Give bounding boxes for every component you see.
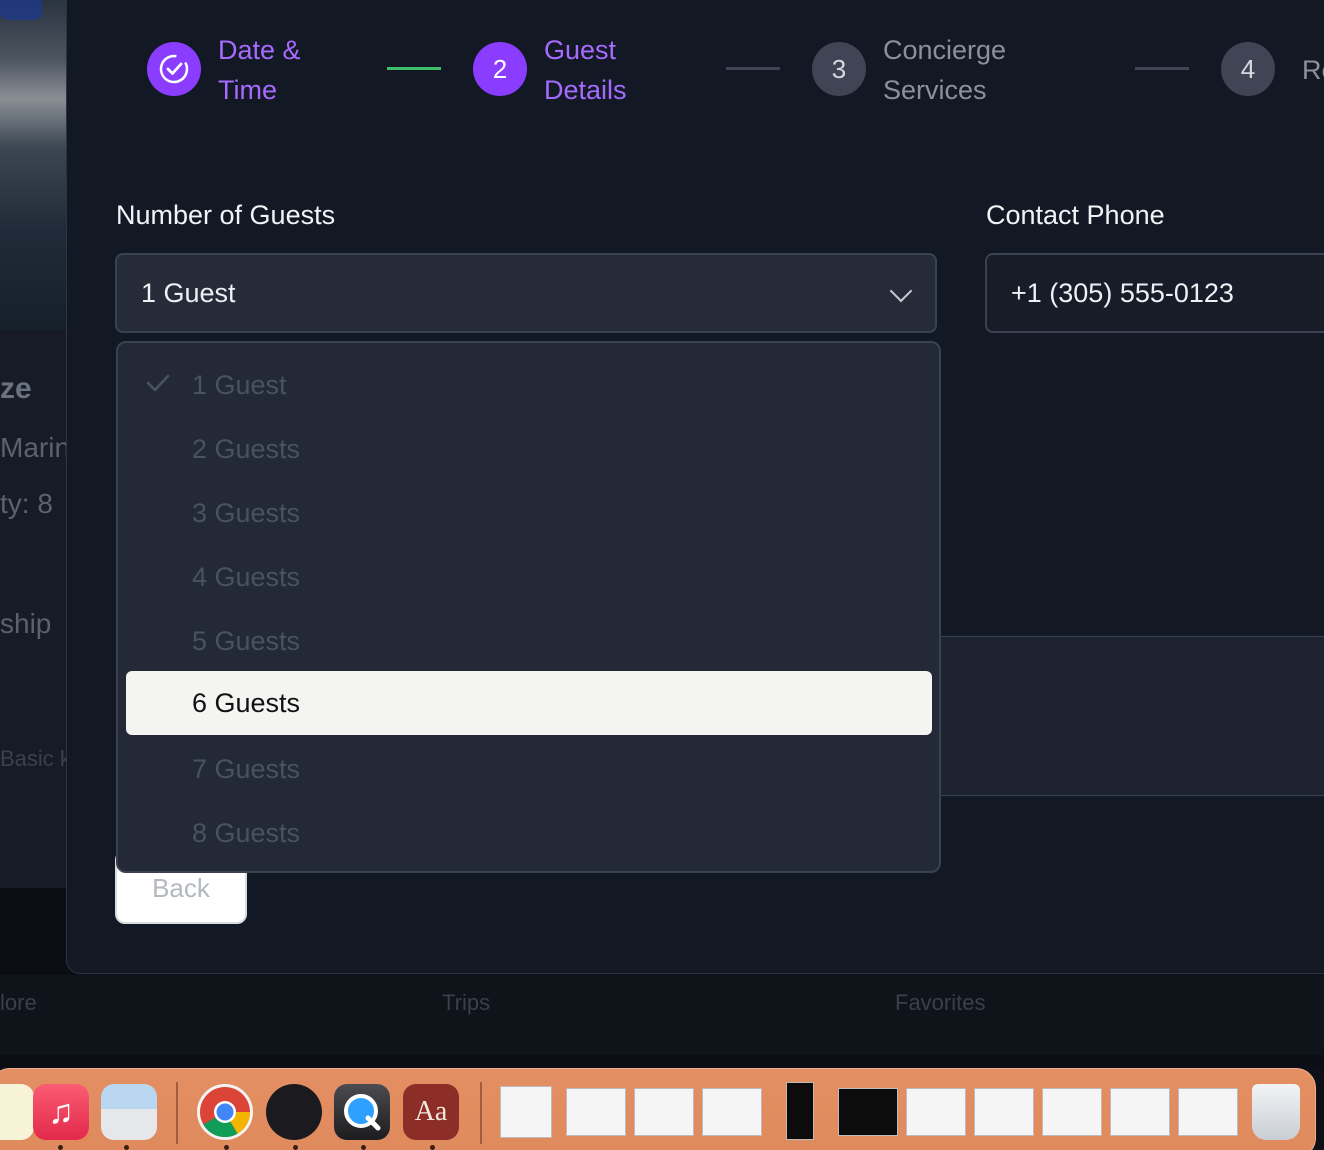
chevron-down-icon xyxy=(889,279,913,303)
step-2-circle: 2 xyxy=(473,42,527,96)
window-thumbnail[interactable] xyxy=(1110,1088,1170,1136)
dictionary-icon[interactable]: Aa xyxy=(403,1084,459,1140)
running-indicator xyxy=(293,1145,298,1150)
step-1-complete-icon xyxy=(147,42,201,96)
dock-separator xyxy=(480,1082,482,1144)
phone-input-value: +1 (305) 555-0123 xyxy=(1011,277,1234,308)
dropdown-option[interactable]: 3 Guests xyxy=(126,481,932,545)
quicktime-icon[interactable] xyxy=(334,1084,390,1140)
dropdown-option-label: 2 Guests xyxy=(192,433,301,464)
tab-trips[interactable]: Trips xyxy=(442,990,490,1016)
tab-favorites[interactable]: Favorites xyxy=(895,990,985,1016)
guests-select[interactable]: 1 Guest xyxy=(115,253,937,333)
phone-input[interactable]: +1 (305) 555-0123 xyxy=(985,253,1324,333)
window-thumbnail[interactable] xyxy=(974,1088,1034,1136)
dropdown-option-label: 5 Guests xyxy=(192,625,301,656)
dropdown-option-highlighted[interactable]: 6 Guests xyxy=(126,671,932,735)
running-indicator xyxy=(58,1145,63,1150)
dropdown-option[interactable]: 1 Guest xyxy=(126,353,932,417)
summary-panel xyxy=(936,636,1324,796)
dropdown-option[interactable]: 2 Guests xyxy=(126,417,932,481)
checkmark-icon xyxy=(146,374,170,392)
window-thumbnail[interactable] xyxy=(1178,1088,1238,1136)
window-thumbnail[interactable] xyxy=(634,1088,694,1136)
window-thumbnail[interactable] xyxy=(500,1086,552,1138)
window-thumbnail[interactable] xyxy=(786,1082,814,1140)
bg-tag: Basic k xyxy=(0,746,71,771)
window-thumbnail[interactable] xyxy=(702,1088,762,1136)
dropdown-option-label: 8 Guests xyxy=(192,817,301,848)
instruments-icon[interactable] xyxy=(266,1084,322,1140)
step-1-label: Date & Time xyxy=(218,35,301,105)
step-3-label: Concierge Services xyxy=(883,35,1007,105)
chrome-logo xyxy=(200,1087,251,1138)
dropdown-option[interactable]: 8 Guests xyxy=(126,801,932,865)
step-connector-2 xyxy=(726,67,780,70)
notes-icon[interactable] xyxy=(0,1084,34,1140)
dropdown-option[interactable]: 4 Guests xyxy=(126,545,932,609)
step-4-circle: 4 xyxy=(1221,42,1275,96)
tab-explore[interactable]: lore xyxy=(0,990,37,1016)
booking-stepper: Date & Time 2 Guest Details 3 Concierge … xyxy=(0,0,1324,140)
running-indicator xyxy=(430,1145,435,1150)
guests-label: Number of Guests xyxy=(116,200,336,230)
quicktime-q-icon xyxy=(344,1094,381,1131)
bg-capacity: ty: 8 xyxy=(0,488,53,519)
window-thumbnail[interactable] xyxy=(838,1088,898,1136)
dropdown-option-label: 3 Guests xyxy=(192,497,301,528)
dropdown-option-label: 6 Guests xyxy=(192,687,301,718)
bg-title: ze xyxy=(0,372,32,405)
guests-select-value: 1 Guest xyxy=(141,277,236,308)
running-indicator xyxy=(224,1145,229,1150)
bg-type: ship xyxy=(0,608,52,639)
bg-location: Marin xyxy=(0,432,71,463)
window-thumbnail[interactable] xyxy=(1042,1088,1102,1136)
dock-separator xyxy=(176,1082,178,1144)
window-thumbnail[interactable] xyxy=(566,1088,626,1136)
music-icon[interactable]: ♫ xyxy=(33,1084,89,1140)
step-4-label: Re xyxy=(1302,55,1324,85)
dropdown-option-label: 1 Guest xyxy=(192,369,287,400)
dropdown-option[interactable]: 7 Guests xyxy=(126,737,932,801)
background-tabbar xyxy=(0,975,1324,1055)
dropdown-option-label: 7 Guests xyxy=(192,753,301,784)
check-circle-icon xyxy=(159,54,189,84)
step-2-label: Guest Details xyxy=(544,35,627,105)
running-indicator xyxy=(124,1145,129,1150)
preview-icon[interactable] xyxy=(101,1084,157,1140)
chrome-icon[interactable] xyxy=(197,1084,253,1140)
dropdown-option-label: 4 Guests xyxy=(192,561,301,592)
window-thumbnail[interactable] xyxy=(906,1088,966,1136)
step-connector-3 xyxy=(1135,67,1189,70)
guests-dropdown-menu: 1 Guest 2 Guests 3 Guests 4 Guests 5 Gue… xyxy=(116,341,941,873)
step-connector-1 xyxy=(387,67,441,70)
dropdown-option[interactable]: 5 Guests xyxy=(126,609,932,673)
phone-label: Contact Phone xyxy=(986,200,1165,230)
trash-icon[interactable] xyxy=(1252,1084,1300,1140)
step-3-circle: 3 xyxy=(812,42,866,96)
running-indicator xyxy=(361,1145,366,1150)
